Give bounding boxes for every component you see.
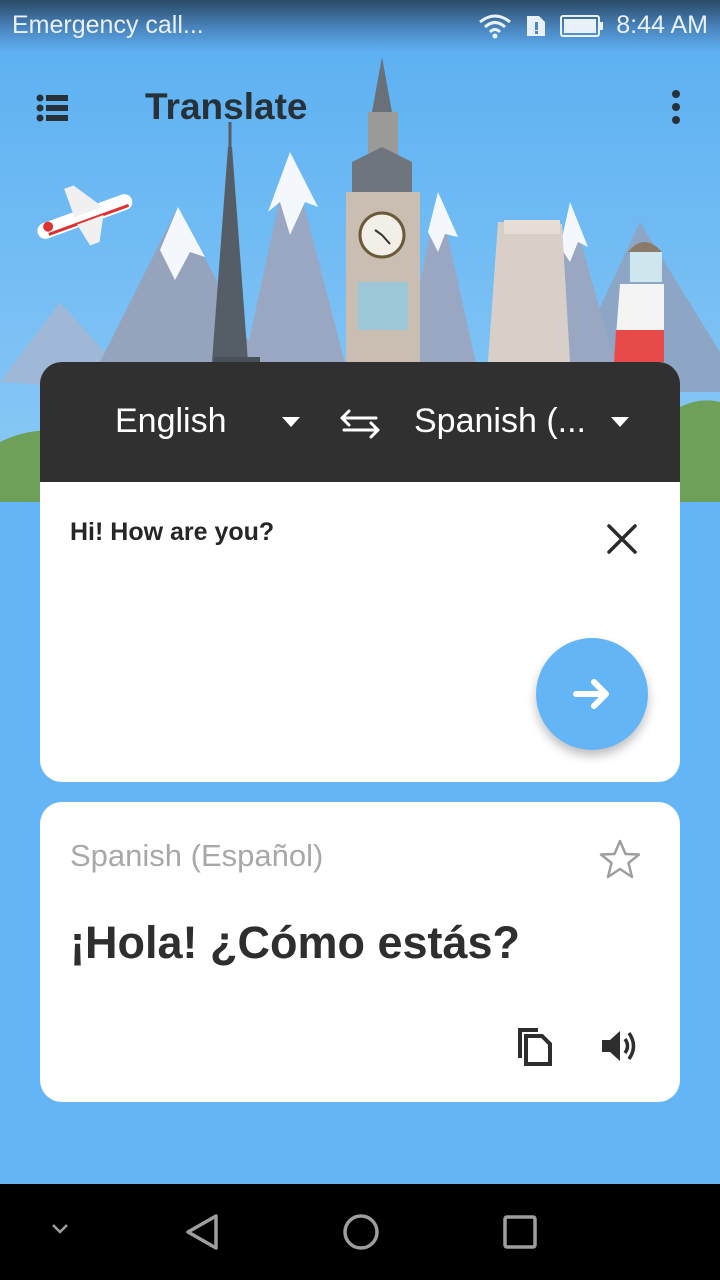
status-bar: Emergency call... 8:44 AM bbox=[0, 0, 720, 52]
input-card: Hi! How are you? bbox=[40, 482, 680, 782]
battery-icon bbox=[560, 14, 604, 37]
language-selector-bar: English Spanish (... bbox=[40, 362, 680, 482]
page-title: Translate bbox=[145, 86, 308, 127]
translated-text: ¡Hola! ¿Cómo estás? bbox=[70, 917, 521, 968]
star-outline-icon[interactable] bbox=[598, 838, 642, 880]
more-vertical-icon[interactable] bbox=[662, 86, 690, 130]
triangle-down-icon[interactable] bbox=[611, 417, 629, 427]
list-menu-icon[interactable] bbox=[30, 88, 74, 128]
arrow-right-icon bbox=[573, 679, 609, 709]
source-language-dropdown[interactable]: English bbox=[115, 402, 227, 441]
copy-icon[interactable] bbox=[516, 1026, 556, 1066]
collapse-icon[interactable] bbox=[50, 1222, 70, 1241]
close-icon[interactable] bbox=[603, 520, 641, 558]
target-language-dropdown[interactable]: Spanish (... bbox=[414, 402, 586, 441]
clock: 8:44 AM bbox=[616, 11, 708, 39]
speaker-icon[interactable] bbox=[598, 1026, 642, 1066]
triangle-down-icon[interactable] bbox=[282, 417, 300, 427]
wifi-icon bbox=[478, 13, 512, 39]
carrier-status: Emergency call... bbox=[12, 11, 204, 39]
result-language-label: Spanish (Español) bbox=[70, 838, 324, 873]
recents-icon[interactable] bbox=[502, 1214, 538, 1255]
source-text-input[interactable]: Hi! How are you? bbox=[70, 518, 274, 547]
result-card: Spanish (Español) ¡Hola! ¿Cómo estás? bbox=[40, 802, 680, 1102]
swap-arrows-icon[interactable] bbox=[336, 406, 384, 442]
system-nav-bar bbox=[0, 1184, 720, 1280]
home-icon[interactable] bbox=[341, 1212, 381, 1257]
translate-button[interactable] bbox=[536, 638, 648, 750]
app-bar: Translate bbox=[0, 70, 720, 146]
back-icon[interactable] bbox=[182, 1212, 222, 1257]
sim-alert-icon bbox=[524, 14, 548, 38]
